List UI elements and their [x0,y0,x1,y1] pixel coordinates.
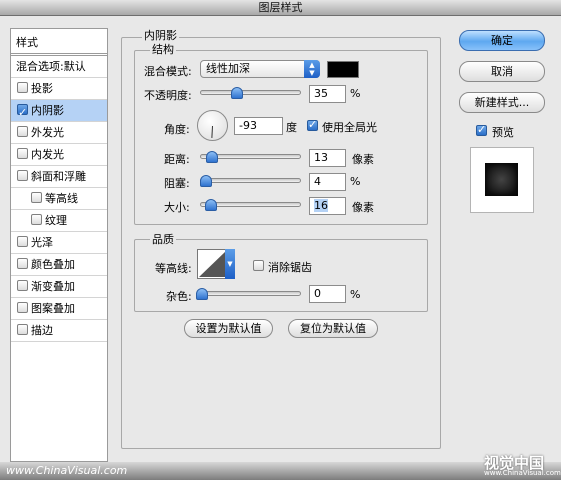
contour-curve-icon [199,251,226,277]
style-item[interactable]: 外发光 [11,122,107,144]
global-light-label: 使用全局光 [322,121,377,134]
preview-checkbox[interactable] [476,123,487,136]
contour-picker[interactable]: ▼ [197,249,235,279]
size-label: 大小: [164,201,190,214]
choke-input[interactable]: 4 [309,173,346,191]
style-item[interactable]: 斜面和浮雕 [11,166,107,188]
style-item-label: 外发光 [31,126,64,139]
style-item[interactable]: 纹理 [11,210,107,232]
blend-mode-select[interactable]: 线性加深 ▲ ▼ [200,60,320,78]
watermark-left: www.ChinaVisual.com [6,464,128,477]
opacity-input[interactable]: 35 [309,85,346,103]
reset-default-button[interactable]: 复位为默认值 [288,319,378,338]
angle-label: 角度: [164,123,190,136]
style-item-checkbox[interactable] [17,236,28,247]
blending-options-item[interactable]: 混合选项:默认 [11,56,107,78]
style-item[interactable]: 颜色叠加 [11,254,107,276]
anti-alias-checkbox[interactable] [253,260,264,271]
angle-needle [211,125,213,138]
size-slider-thumb[interactable] [204,199,217,211]
window-title: 图层样式 [0,0,561,16]
style-item-checkbox[interactable] [17,302,28,313]
opacity-slider[interactable] [200,87,301,99]
style-item[interactable]: 等高线 [11,188,107,210]
style-item-label: 颜色叠加 [31,258,75,271]
size-unit: 像素 [352,201,374,214]
style-item-checkbox[interactable] [31,192,42,203]
style-item-checkbox[interactable] [17,102,28,123]
style-item-label: 光泽 [31,236,53,249]
global-light-checkbox[interactable] [307,118,318,131]
watermark-url: www.ChinaVisual.com [484,469,561,477]
style-item-label: 图案叠加 [31,302,75,315]
angle-unit: 度 [286,121,297,134]
style-item-checkbox[interactable] [17,280,28,291]
opacity-label: 不透明度: [144,89,192,102]
choke-label: 阻塞: [164,177,190,190]
angle-dial[interactable] [197,110,228,141]
choke-slider[interactable] [199,175,301,187]
noise-unit: % [350,288,361,301]
style-item-checkbox[interactable] [17,258,28,269]
size-input[interactable]: 16 [309,197,346,215]
make-default-button[interactable]: 设置为默认值 [184,319,273,338]
shadow-color-swatch[interactable] [327,61,359,78]
distance-input[interactable]: 13 [309,149,346,167]
new-style-button[interactable]: 新建样式... [459,92,545,113]
noise-slider[interactable] [196,288,301,300]
distance-slider-thumb[interactable] [205,151,218,163]
blend-mode-value: 线性加深 [206,62,250,75]
style-item[interactable]: 投影 [11,78,107,100]
anti-alias-label: 消除锯齿 [268,261,312,274]
preview-label: 预览 [492,126,514,139]
style-item-checkbox[interactable] [31,214,42,225]
contour-label: 等高线: [155,262,192,275]
style-item[interactable]: 渐变叠加 [11,276,107,298]
angle-input[interactable]: -93 [234,117,283,135]
style-item[interactable]: 内发光 [11,144,107,166]
style-item-label: 纹理 [45,214,67,227]
style-item-label: 渐变叠加 [31,280,75,293]
quality-title: 品质 [150,231,176,247]
style-item-label: 等高线 [45,192,78,205]
style-item[interactable]: 描边 [11,320,107,342]
choke-unit: % [350,175,361,188]
style-item-checkbox[interactable] [17,324,28,335]
style-item-checkbox[interactable] [17,148,28,159]
style-item-label: 内发光 [31,148,64,161]
opacity-unit: % [350,87,361,100]
choke-slider-thumb[interactable] [199,175,212,187]
size-slider[interactable] [200,199,301,211]
style-item[interactable]: 图案叠加 [11,298,107,320]
preview-thumbnail [470,147,534,213]
updown-arrows-icon: ▲ ▼ [304,60,320,78]
style-item-label: 内阴影 [31,104,64,117]
distance-label: 距离: [164,153,190,166]
styles-header[interactable]: 样式 [11,29,107,56]
noise-slider-thumb[interactable] [196,288,208,300]
style-item-checkbox[interactable] [17,170,28,181]
style-item-label: 描边 [31,324,53,337]
blend-mode-label: 混合模式: [144,65,192,78]
distance-slider[interactable] [200,151,301,163]
noise-label: 杂色: [166,290,192,303]
cancel-button[interactable]: 取消 [459,61,545,82]
style-item-checkbox[interactable] [17,126,28,137]
ok-button[interactable]: 确定 [459,30,545,51]
style-item-label: 斜面和浮雕 [31,170,86,183]
noise-input[interactable]: 0 [309,285,346,303]
chevron-down-icon: ▼ [225,249,235,279]
styles-list: 样式 混合选项:默认 投影内阴影外发光内发光斜面和浮雕等高线纹理光泽颜色叠加渐变… [10,28,108,462]
style-item[interactable]: 内阴影 [11,100,107,123]
preview-swatch [485,163,518,196]
style-item[interactable]: 光泽 [11,232,107,254]
opacity-slider-thumb[interactable] [230,87,243,99]
style-item-label: 投影 [31,82,53,95]
distance-unit: 像素 [352,153,374,166]
style-item-checkbox[interactable] [17,82,28,93]
structure-title: 结构 [150,41,176,57]
